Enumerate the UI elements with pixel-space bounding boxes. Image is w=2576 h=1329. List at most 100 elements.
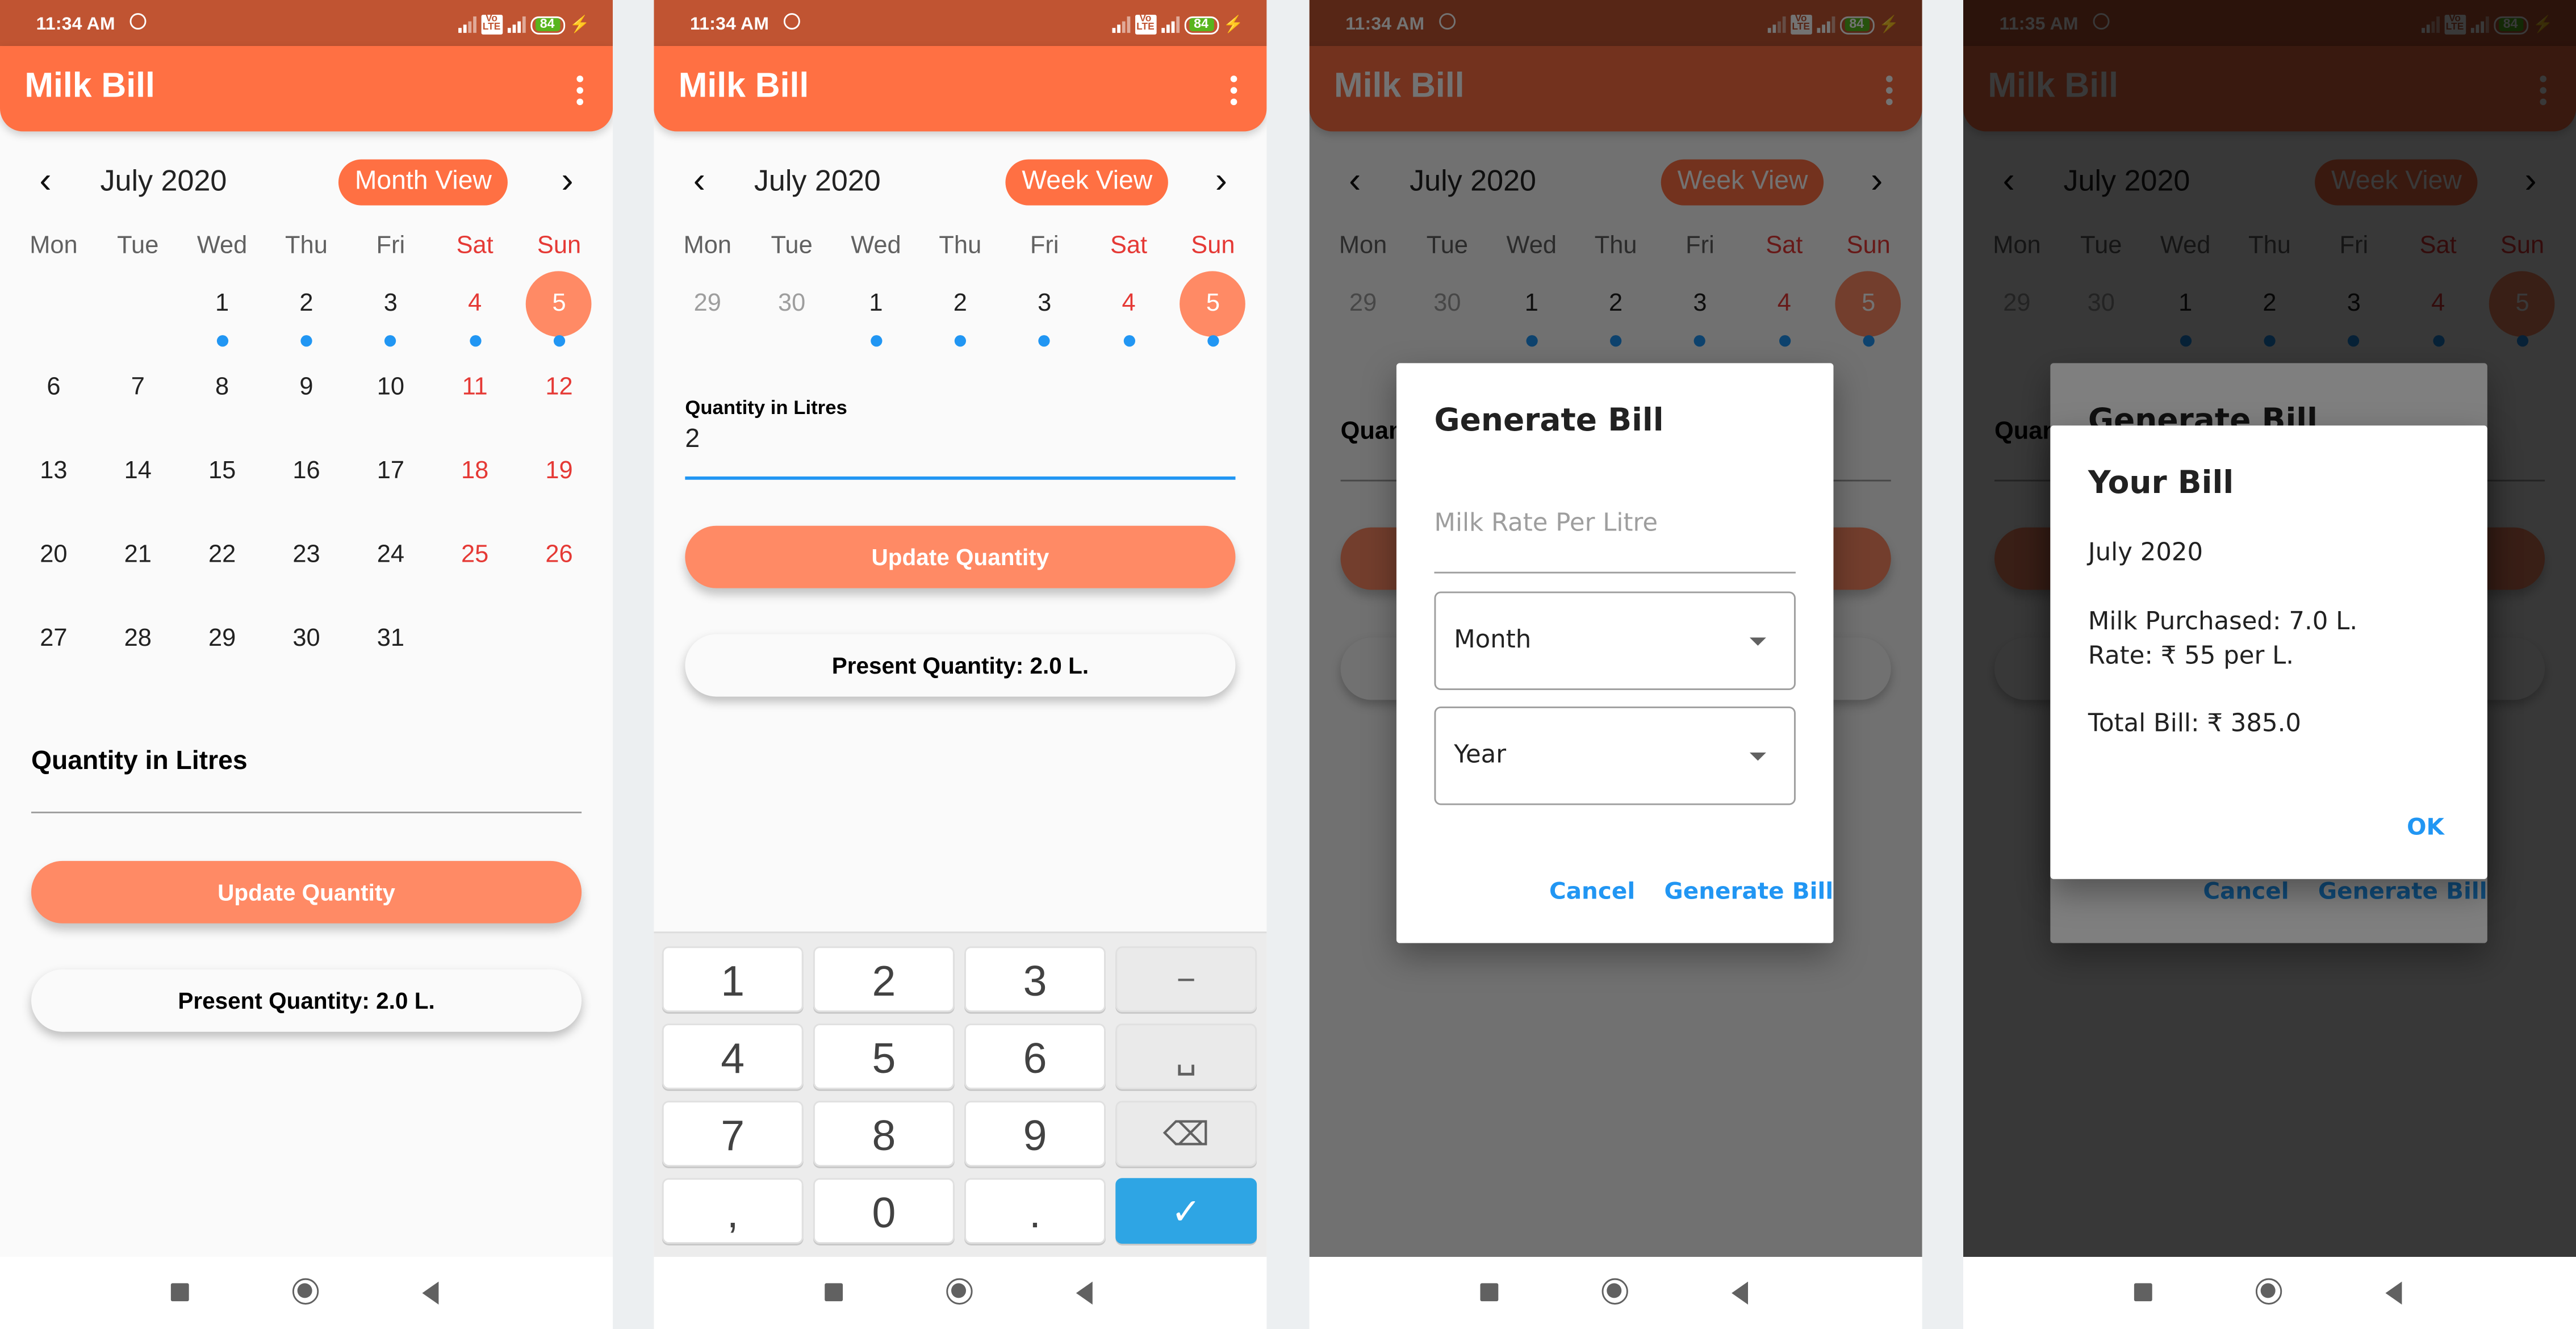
month-dropdown[interactable]: Month <box>1434 591 1796 691</box>
calendar-day[interactable]: 4 <box>1086 271 1170 347</box>
calendar-empty-cell <box>11 271 95 337</box>
calendar-day[interactable]: 14 <box>96 438 180 504</box>
home-icon[interactable] <box>1601 1278 1628 1305</box>
key-5[interactable]: 5 <box>813 1023 955 1089</box>
calendar-day[interactable]: 3 <box>1002 271 1086 347</box>
back-icon[interactable] <box>1076 1281 1093 1305</box>
year-dropdown[interactable]: Year <box>1434 706 1796 805</box>
calendar-day[interactable]: 27 <box>11 606 95 672</box>
calendar-day[interactable]: 4 <box>433 271 517 347</box>
calendar-day[interactable]: 7 <box>96 355 180 421</box>
key-comma[interactable]: , <box>662 1178 804 1244</box>
calendar-day[interactable]: 24 <box>349 523 433 588</box>
calendar-day[interactable]: 2 <box>918 271 1002 347</box>
overflow-menu-icon[interactable] <box>576 76 583 106</box>
key-space[interactable]: ␣ <box>1115 1023 1257 1089</box>
system-nav-bar <box>1309 1257 1922 1329</box>
chevron-left-icon[interactable]: ‹ <box>693 162 705 199</box>
calendar-day[interactable]: 12 <box>517 355 601 421</box>
key-3[interactable]: 3 <box>964 946 1106 1013</box>
calendar-day[interactable]: 6 <box>11 355 95 421</box>
calendar-week-row: 29 30 1 2 3 4 5 <box>666 271 1256 347</box>
quantity-input-focused[interactable] <box>685 476 1236 480</box>
key-0[interactable]: 0 <box>813 1178 955 1244</box>
calendar-day[interactable]: 25 <box>433 523 517 588</box>
key-done[interactable]: ✓ <box>1115 1178 1257 1244</box>
calendar-day[interactable]: 13 <box>11 438 95 504</box>
calendar-day[interactable]: 2 <box>264 271 348 347</box>
back-icon[interactable] <box>2385 1281 2402 1305</box>
calendar-day[interactable]: 5 <box>517 271 601 347</box>
calendar-day[interactable]: 10 <box>349 355 433 421</box>
chevron-right-icon[interactable]: › <box>1215 162 1227 199</box>
weekday-label: Fri <box>1030 231 1059 260</box>
signal-icon <box>1111 16 1130 33</box>
key-backspace[interactable]: ⌫ <box>1115 1101 1257 1167</box>
key-7[interactable]: 7 <box>662 1101 804 1167</box>
chevron-right-icon[interactable]: › <box>561 162 573 199</box>
calendar-day[interactable]: 15 <box>180 438 264 504</box>
quantity-input[interactable] <box>31 812 582 813</box>
key-period[interactable]: . <box>964 1178 1106 1244</box>
calendar-day[interactable]: 30 <box>750 271 834 337</box>
key-6[interactable]: 6 <box>964 1023 1106 1089</box>
calendar-day[interactable]: 20 <box>11 523 95 588</box>
day-number: 7 <box>131 373 145 401</box>
calendar-day[interactable]: 16 <box>264 438 348 504</box>
home-icon[interactable] <box>946 1278 973 1305</box>
your-bill-dialog: Your Bill July 2020 Milk Purchased: 7.0 … <box>2050 425 2487 879</box>
calendar-day[interactable]: 1 <box>834 271 918 347</box>
calendar-day[interactable]: 8 <box>180 355 264 421</box>
cancel-button[interactable]: Cancel <box>1549 879 1635 905</box>
calendar-day[interactable]: 1 <box>180 271 264 347</box>
calendar-day[interactable]: 3 <box>349 271 433 347</box>
generate-bill-button[interactable]: Generate Bill <box>1665 879 1834 905</box>
calendar-header: ‹ July 2020 Week View › <box>654 156 1266 209</box>
dialog-title: Generate Bill <box>1434 402 1664 439</box>
key-4[interactable]: 4 <box>662 1023 804 1089</box>
calendar-day[interactable]: 18 <box>433 438 517 504</box>
day-number: 4 <box>468 289 482 317</box>
view-toggle-button[interactable]: Month View <box>338 159 508 206</box>
calendar-empty-cell <box>517 606 601 672</box>
key-9[interactable]: 9 <box>964 1101 1106 1167</box>
recents-icon[interactable] <box>170 1283 189 1302</box>
view-toggle-button[interactable]: Week View <box>1005 159 1169 206</box>
recents-icon[interactable] <box>1480 1283 1499 1302</box>
calendar-day[interactable]: 29 <box>180 606 264 672</box>
key-1[interactable]: 1 <box>662 946 804 1013</box>
chevron-left-icon[interactable]: ‹ <box>39 162 51 199</box>
calendar-day[interactable]: 21 <box>96 523 180 588</box>
recents-icon[interactable] <box>825 1283 843 1302</box>
calendar-day[interactable]: 9 <box>264 355 348 421</box>
milk-rate-input[interactable]: Milk Rate Per Litre <box>1435 508 1658 537</box>
recents-icon[interactable] <box>2134 1283 2152 1302</box>
screen-your-bill: 11:35 AM VoLTE 84 ⚡ Milk Bill ‹ July 202… <box>1963 0 2576 1329</box>
calendar-day[interactable]: 29 <box>666 271 750 337</box>
key-minus[interactable]: − <box>1115 946 1257 1013</box>
home-icon[interactable] <box>292 1278 319 1305</box>
back-icon[interactable] <box>1732 1281 1749 1305</box>
update-quantity-button[interactable]: Update Quantity <box>685 525 1236 588</box>
day-number: 28 <box>124 624 152 653</box>
calendar-day[interactable]: 22 <box>180 523 264 588</box>
calendar-day[interactable]: 31 <box>349 606 433 672</box>
calendar-day[interactable]: 26 <box>517 523 601 588</box>
calendar-day[interactable]: 11 <box>433 355 517 421</box>
update-quantity-button[interactable]: Update Quantity <box>31 860 582 923</box>
calendar-day[interactable]: 17 <box>349 438 433 504</box>
calendar-day[interactable]: 23 <box>264 523 348 588</box>
calendar-day[interactable]: 19 <box>517 438 601 504</box>
quantity-input-value[interactable]: 2 <box>685 425 700 455</box>
dropdown-arrow-icon <box>1749 752 1766 761</box>
overflow-menu-icon[interactable] <box>1230 76 1237 106</box>
home-icon[interactable] <box>2255 1278 2282 1305</box>
ok-button[interactable]: OK <box>2407 815 2444 841</box>
quantity-label: Quantity in Litres <box>31 747 248 776</box>
key-2[interactable]: 2 <box>813 946 955 1013</box>
back-icon[interactable] <box>422 1281 439 1305</box>
calendar-day[interactable]: 5 <box>1171 271 1255 347</box>
key-8[interactable]: 8 <box>813 1101 955 1167</box>
calendar-day[interactable]: 28 <box>96 606 180 672</box>
calendar-day[interactable]: 30 <box>264 606 348 672</box>
